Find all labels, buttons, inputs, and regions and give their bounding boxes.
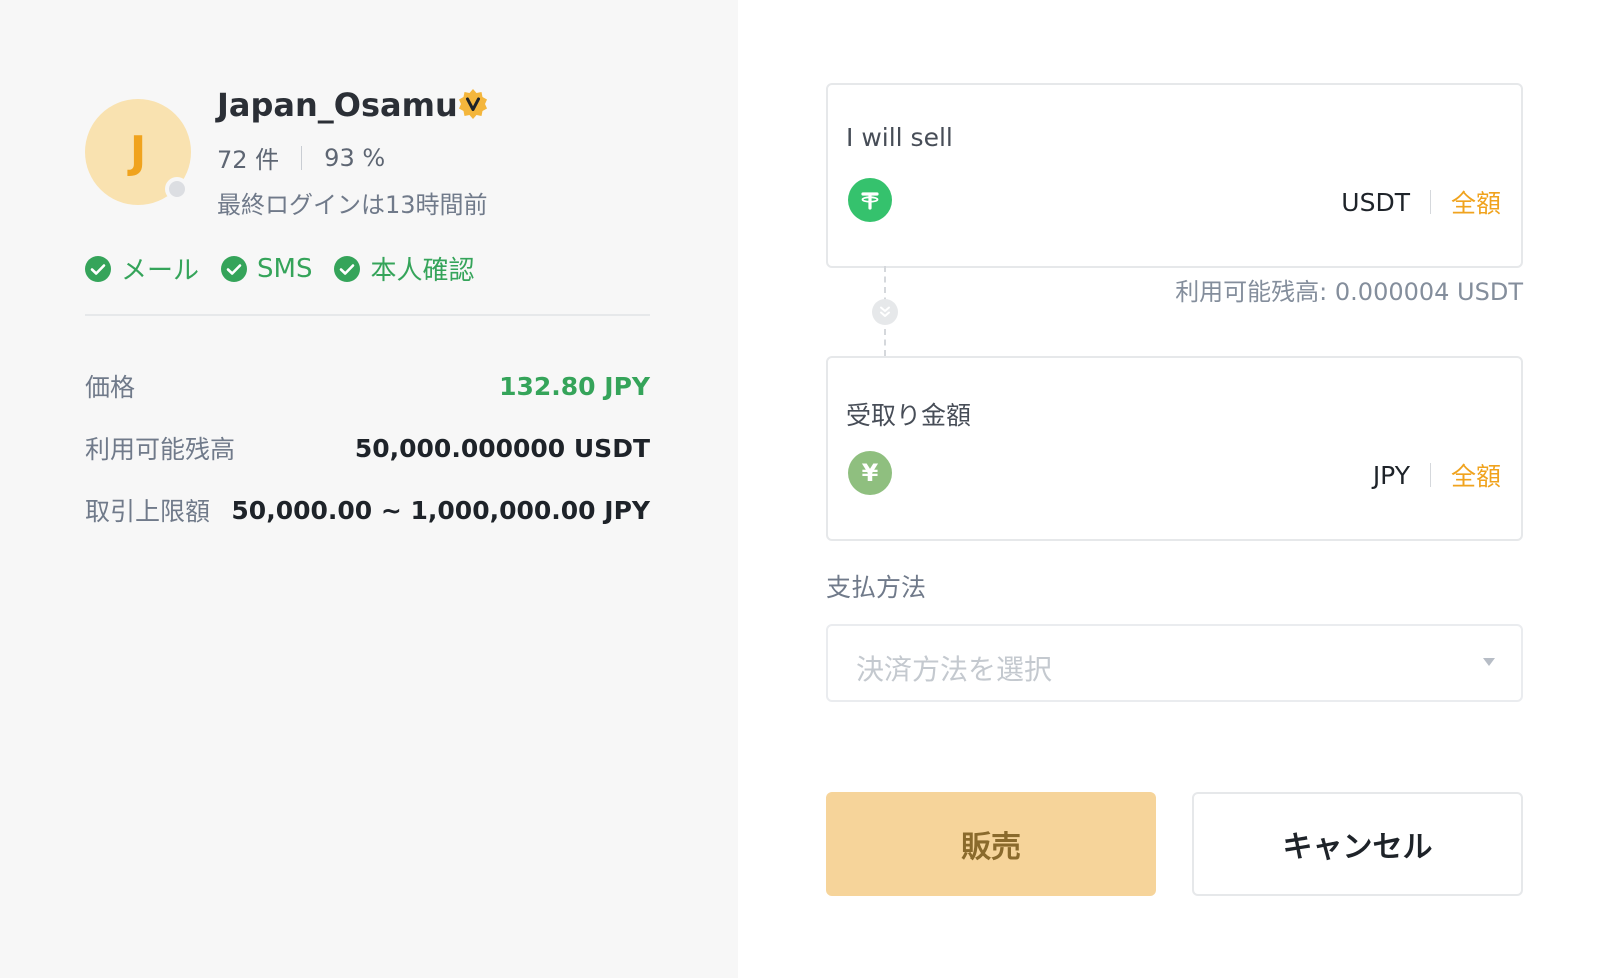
order-count: 72 件 — [217, 146, 280, 174]
sell-amount-field[interactable]: I will sell USDT 全額 — [826, 83, 1523, 268]
verification-label: 本人確認 — [370, 256, 475, 286]
merchant-name[interactable]: Japan_Osamu — [217, 86, 458, 124]
limit-row: 取引上限額 50,000.00 ~ 1,000,000.00 JPY — [85, 492, 650, 528]
available-row: 利用可能残高 50,000.000000 USDT — [85, 430, 650, 466]
receive-all-button[interactable]: 全額 — [1451, 457, 1501, 493]
yen-glyph: ¥ — [861, 459, 879, 487]
limit-value: 50,000.00 ~ 1,000,000.00 JPY — [231, 495, 650, 525]
verification-label: メール — [121, 256, 200, 286]
available-balance: 利用可能残高: 0.000004 USDT — [1175, 278, 1523, 306]
completion-rate: 93 % — [324, 143, 386, 172]
price-label: 価格 — [85, 373, 136, 402]
verification-label: SMS — [257, 253, 313, 284]
check-circle-icon — [221, 255, 248, 282]
check-circle-icon — [334, 255, 361, 282]
payment-method-label: 支払方法 — [826, 573, 927, 602]
payment-method-placeholder: 決済方法を選択 — [856, 653, 1053, 686]
yen-icon: ¥ — [848, 451, 892, 495]
sell-currency-group: USDT 全額 — [1341, 184, 1501, 220]
verification-email: メール — [85, 250, 199, 287]
last-login: 最終ログインは13時間前 — [217, 191, 488, 219]
verification-sms: SMS — [221, 254, 312, 284]
chevron-double-down-icon — [872, 299, 898, 325]
divider — [85, 314, 650, 316]
sell-order-dialog: J Japan_Osamu 72 件 93 % 最終ログインは13時間前 メール — [0, 0, 1602, 978]
receive-currency-group: JPY 全額 — [1373, 457, 1501, 493]
check-circle-icon — [85, 255, 111, 282]
currency-divider — [1429, 190, 1431, 214]
payment-method-select[interactable]: 決済方法を選択 — [826, 624, 1523, 702]
merchant-stats: 72 件 93 % — [217, 140, 385, 175]
verification-list: メール SMS 本人確認 — [85, 250, 496, 287]
verification-identity: 本人確認 — [334, 250, 474, 287]
sell-all-button[interactable]: 全額 — [1451, 184, 1501, 220]
merchant-info-panel: J Japan_Osamu 72 件 93 % 最終ログインは13時間前 メール — [0, 0, 738, 978]
avatar-letter: J — [129, 126, 147, 178]
online-status-dot — [165, 177, 189, 201]
stats-divider — [301, 145, 303, 170]
sell-amount-label: I will sell — [846, 123, 953, 152]
available-value: 50,000.000000 USDT — [354, 433, 650, 463]
limit-label: 取引上限額 — [85, 497, 211, 526]
receive-amount-label: 受取り金額 — [846, 401, 972, 430]
tether-glyph — [861, 192, 879, 210]
sell-currency: USDT — [1341, 187, 1410, 217]
price-row: 価格 132.80 JPY — [85, 368, 650, 404]
receive-currency: JPY — [1372, 460, 1410, 490]
tether-icon — [848, 178, 892, 222]
avatar: J — [85, 99, 191, 205]
price-value: 132.80 JPY — [499, 371, 650, 401]
receive-amount-field[interactable]: 受取り金額 ¥ JPY 全額 — [826, 356, 1523, 541]
sell-button[interactable]: 販売 — [826, 792, 1156, 896]
chevron-down-icon — [1483, 658, 1495, 666]
verified-merchant-badge-icon — [459, 89, 487, 119]
cancel-button[interactable]: キャンセル — [1192, 792, 1523, 896]
available-label: 利用可能残高 — [85, 435, 236, 464]
currency-divider — [1429, 463, 1431, 487]
